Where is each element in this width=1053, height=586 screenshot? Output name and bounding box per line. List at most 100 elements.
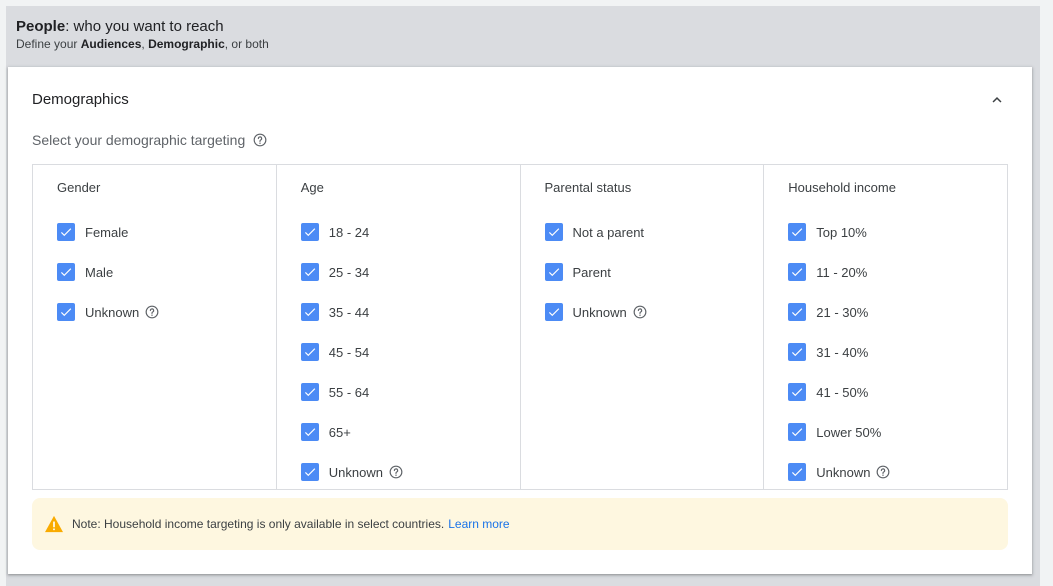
checkbox-label: Male (85, 264, 114, 280)
checkbox[interactable] (788, 303, 807, 321)
checkbox[interactable] (788, 223, 807, 241)
check-icon (303, 225, 317, 239)
check-icon (790, 305, 804, 319)
checkbox-item[interactable]: Unknown (544, 302, 764, 322)
help-circle-icon[interactable] (389, 465, 403, 479)
warning-icon (44, 515, 64, 533)
column-household-income: Household income Top 10% 11 - 20% 21 - 30% 3… (764, 165, 1007, 489)
note-text: Note: Household income targeting is only… (72, 517, 445, 531)
checkbox[interactable] (300, 263, 319, 281)
checkbox-item[interactable]: 11 - 20% (788, 262, 1007, 282)
checkbox-item[interactable]: 45 - 54 (300, 342, 520, 362)
column-header: Age (300, 180, 324, 195)
checkbox-item[interactable]: Female (57, 222, 276, 242)
column-gender: Gender Female Male Unknown (33, 165, 277, 489)
checkbox[interactable] (300, 383, 319, 401)
check-icon (303, 385, 317, 399)
section-title-bold: People (16, 18, 66, 35)
help-circle-icon[interactable] (876, 465, 890, 479)
checkbox[interactable] (788, 463, 807, 481)
help-circle-icon[interactable] (145, 305, 159, 319)
checkbox-item[interactable]: Parent (544, 262, 764, 282)
checkbox[interactable] (300, 303, 319, 321)
checkbox-label: 31 - 40% (816, 344, 869, 360)
checkbox-label: Parent (572, 264, 611, 280)
check-icon (547, 305, 561, 319)
income-note: Note: Household income targeting is only… (32, 498, 1008, 550)
checkbox-item[interactable]: Unknown (788, 462, 1007, 482)
checkbox-label: Lower 50% (816, 424, 882, 440)
checkbox-item[interactable]: 18 - 24 (300, 222, 520, 242)
check-icon (59, 265, 73, 279)
column-header: Household income (788, 180, 896, 195)
checkbox[interactable] (57, 223, 75, 241)
checkbox-label: 25 - 34 (328, 264, 370, 280)
checkbox-label: 21 - 30% (816, 304, 869, 320)
checkbox-label: Unknown (85, 304, 140, 320)
check-icon (790, 225, 804, 239)
checkbox-item[interactable]: Unknown (300, 462, 520, 482)
checkbox[interactable] (788, 263, 807, 281)
demographics-grid: Gender Female Male Unknown Age 18 - 24 25 - 34… (32, 164, 1008, 490)
instruction-text: Select your demographic targeting (32, 132, 246, 148)
checkbox-item[interactable]: 31 - 40% (788, 342, 1007, 362)
checkbox-label: 18 - 24 (328, 224, 370, 240)
checkbox-item[interactable]: 41 - 50% (788, 382, 1007, 402)
column-parental-status: Parental status Not a parent Parent Unknown (521, 165, 765, 489)
people-section: People: who you want to reach Define you… (6, 6, 1040, 586)
checkbox-label: Not a parent (572, 224, 645, 240)
checkbox[interactable] (788, 383, 807, 401)
checkbox[interactable] (57, 303, 75, 321)
check-icon (547, 265, 561, 279)
check-icon (790, 265, 804, 279)
checkbox[interactable] (544, 223, 563, 241)
section-subtitle: Define your Audiences, Demographic, or b… (16, 37, 269, 51)
checkbox-item[interactable]: 65+ (300, 422, 520, 442)
check-icon (59, 305, 73, 319)
checkbox[interactable] (544, 303, 563, 321)
checkbox-item[interactable]: 35 - 44 (300, 302, 520, 322)
check-icon (303, 425, 317, 439)
checkbox[interactable] (300, 343, 319, 361)
checkbox-label: Unknown (816, 464, 871, 480)
checkbox-label: Top 10% (816, 224, 867, 240)
checkbox-label: Unknown (328, 464, 383, 480)
checkbox-item[interactable]: Male (57, 262, 276, 282)
column-age: Age 18 - 24 25 - 34 35 - 44 45 - 54 55 - 64 65… (277, 165, 521, 489)
checkbox-label: 55 - 64 (328, 384, 370, 400)
checkbox-item[interactable]: 21 - 30% (788, 302, 1007, 322)
help-circle-icon[interactable] (253, 133, 267, 147)
section-title: People: who you want to reach (16, 18, 224, 35)
check-icon (790, 425, 804, 439)
checkbox-item[interactable]: Top 10% (788, 222, 1007, 242)
checkbox-label: Female (85, 224, 129, 240)
checkbox[interactable] (788, 343, 807, 361)
section-title-rest: : who you want to reach (65, 18, 224, 35)
check-icon (303, 345, 317, 359)
check-icon (790, 465, 804, 479)
checkbox-item[interactable]: 55 - 64 (300, 382, 520, 402)
checkbox[interactable] (788, 423, 807, 441)
checkbox[interactable] (300, 463, 319, 481)
chevron-up-icon[interactable] (988, 91, 1006, 109)
checkbox[interactable] (544, 263, 563, 281)
checkbox[interactable] (300, 423, 319, 441)
checkbox-label: 35 - 44 (328, 304, 370, 320)
checkbox-item[interactable]: 25 - 34 (300, 262, 520, 282)
checkbox-item[interactable]: Not a parent (544, 222, 764, 242)
checkbox[interactable] (57, 263, 75, 281)
subtitle-suffix: , or both (224, 37, 269, 51)
check-icon (547, 225, 561, 239)
check-icon (303, 465, 317, 479)
check-icon (790, 345, 804, 359)
checkbox-item[interactable]: Lower 50% (788, 422, 1007, 442)
subtitle-audiences: Audiences (80, 37, 142, 51)
checkbox[interactable] (300, 223, 319, 241)
card-title: Demographics (32, 91, 129, 108)
subtitle-prefix: Define your (16, 37, 81, 51)
checkbox-item[interactable]: Unknown (57, 302, 276, 322)
learn-more-link[interactable]: Learn more (448, 517, 509, 531)
help-circle-icon[interactable] (633, 305, 647, 319)
subtitle-demographic: Demographic (148, 37, 225, 51)
checkbox-label: 41 - 50% (816, 384, 869, 400)
